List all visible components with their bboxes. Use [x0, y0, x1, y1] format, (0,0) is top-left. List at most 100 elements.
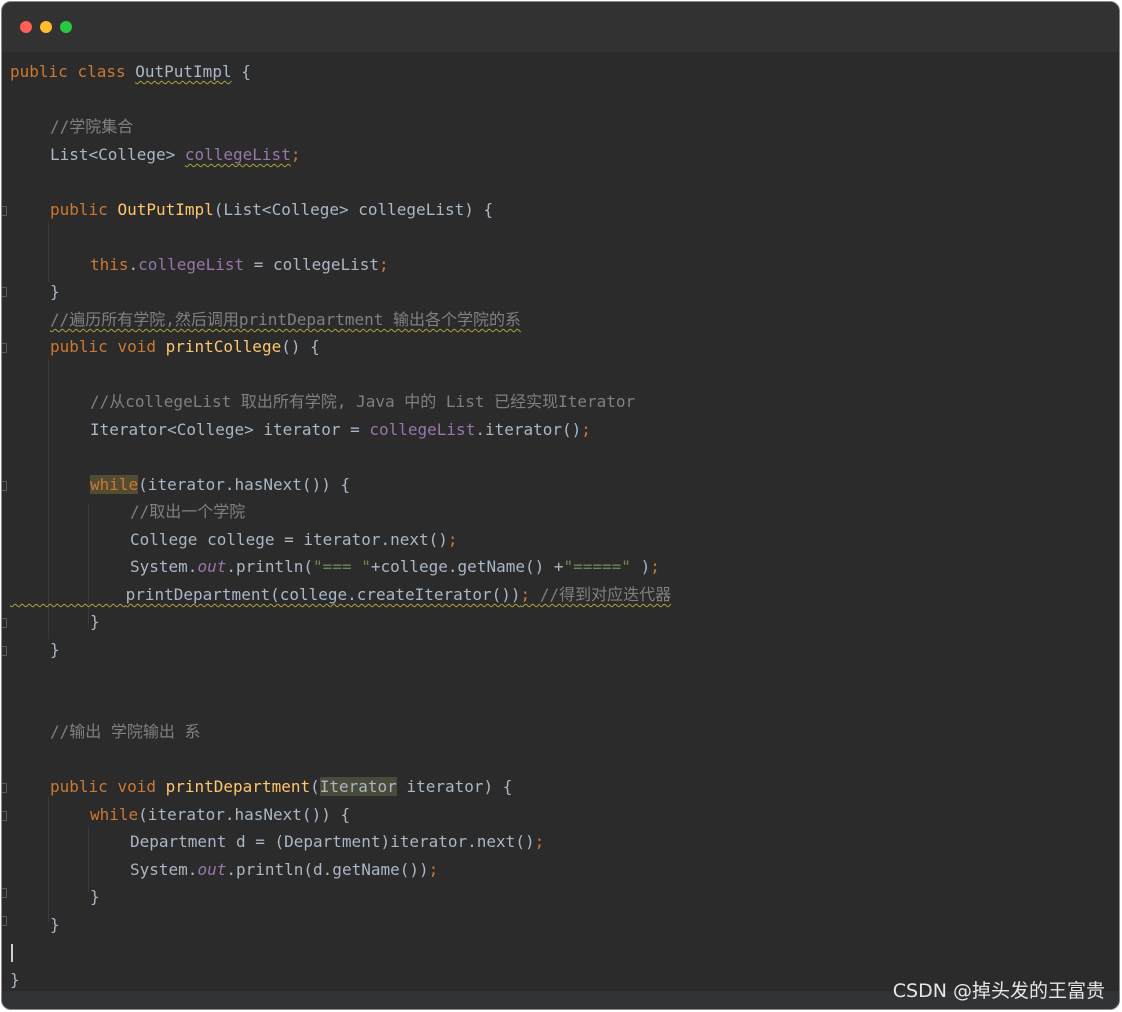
zoom-button[interactable]	[60, 21, 72, 33]
code-line[interactable]: }	[10, 968, 20, 992]
code-text: +college.getName() +	[370, 557, 564, 576]
code-line[interactable]: }	[90, 885, 100, 909]
string-literal: "====="	[563, 557, 631, 576]
code-text: Iterator<College> iterator =	[90, 420, 370, 439]
minimize-button[interactable]	[40, 21, 52, 33]
semicolon: ;	[534, 832, 545, 851]
code-comment: //得到对应迭代器	[539, 585, 672, 604]
code-comment[interactable]: //取出一个学院	[130, 500, 245, 524]
fold-marker-icon[interactable]	[2, 618, 7, 628]
keyword: public	[50, 337, 108, 356]
semicolon: ;	[428, 860, 439, 879]
method-name: printCollege	[165, 337, 282, 356]
code-text: Department d = (Department)iterator.next…	[130, 832, 535, 851]
code-text: printDepartment(college.createIterator()…	[125, 585, 521, 604]
method-name: OutPutImpl	[117, 200, 214, 219]
keyword: while	[90, 475, 139, 494]
code-text: () {	[281, 337, 320, 356]
code-text: (iterator.hasNext()) {	[138, 805, 351, 824]
text-caret	[11, 944, 13, 962]
code-line[interactable]: while(iterator.hasNext()) {	[90, 473, 350, 497]
code-line[interactable]: Iterator<College> iterator = collegeList…	[90, 418, 591, 442]
indent-guide	[88, 827, 89, 892]
code-line[interactable]: public OutPutImpl(List<College> collegeL…	[50, 198, 493, 222]
code-line[interactable]: public class OutPutImpl {	[10, 60, 251, 84]
method-name: printDepartment	[165, 777, 311, 796]
code-text: (iterator.hasNext()) {	[138, 475, 351, 494]
code-editor[interactable]: public class OutPutImpl { //学院集合 List<Co…	[2, 52, 1119, 1009]
semicolon: ;	[520, 585, 540, 604]
code-text: iterator) {	[396, 777, 513, 796]
indent-guide	[48, 222, 49, 282]
code-text: .iterator()	[475, 420, 582, 439]
fold-marker-icon[interactable]	[2, 811, 7, 821]
keyword: public	[50, 200, 108, 219]
keyword: public	[50, 777, 108, 796]
code-line[interactable]: this.collegeList = collegeList;	[90, 253, 389, 277]
semicolon: ;	[447, 530, 458, 549]
code-comment[interactable]: //从collegeList 取出所有学院, Java 中的 List 已经实现…	[90, 390, 635, 414]
code-line[interactable]: public void printCollege() {	[50, 335, 320, 359]
fold-marker-icon[interactable]	[2, 206, 7, 216]
fold-marker-icon[interactable]	[2, 343, 7, 353]
fold-marker-icon[interactable]	[2, 287, 7, 297]
fold-marker-icon[interactable]	[2, 888, 7, 898]
code-text: System.	[130, 557, 198, 576]
keyword: void	[117, 337, 156, 356]
code-comment[interactable]: //学院集合	[50, 115, 133, 139]
field-name: collegeList	[138, 255, 245, 274]
code-text: .	[128, 255, 139, 274]
keyword: public	[10, 62, 68, 81]
code-line[interactable]: Department d = (Department)iterator.next…	[130, 830, 544, 854]
code-line[interactable]: College college = iterator.next();	[130, 528, 458, 552]
indent-guide	[48, 797, 49, 922]
keyword: while	[90, 805, 139, 824]
code-text: College college = iterator.next()	[130, 530, 448, 549]
code-window: public class OutPutImpl { //学院集合 List<Co…	[1, 1, 1120, 1010]
code-line[interactable]: }	[50, 280, 60, 304]
code-text: .println(d.getName())	[226, 860, 429, 879]
code-line[interactable]: List<College> collegeList;	[50, 143, 300, 167]
fold-marker-icon[interactable]	[2, 916, 7, 926]
static-field: out	[197, 860, 227, 879]
fold-marker-icon[interactable]	[2, 646, 7, 656]
keyword: void	[117, 777, 156, 796]
code-comment[interactable]: //输出 学院输出 系	[50, 720, 201, 744]
semicolon: ;	[379, 255, 389, 274]
code-text: System.	[130, 860, 198, 879]
code-line[interactable]: while(iterator.hasNext()) {	[90, 803, 350, 827]
fold-marker-icon[interactable]	[2, 783, 7, 793]
code-text: (	[310, 777, 320, 796]
static-field: out	[197, 557, 227, 576]
semicolon: ;	[650, 557, 660, 576]
fold-marker-icon[interactable]	[2, 481, 7, 491]
close-button[interactable]	[20, 21, 32, 33]
code-line[interactable]: }	[50, 913, 60, 937]
class-name: OutPutImpl	[135, 62, 232, 81]
code-text: )	[630, 557, 651, 576]
code-line[interactable]: }	[50, 638, 60, 662]
code-text: List<College>	[50, 145, 185, 164]
code-line[interactable]: }	[90, 610, 100, 634]
type-name: Iterator	[319, 777, 397, 796]
title-bar	[2, 2, 1119, 52]
semicolon: ;	[581, 420, 591, 439]
keyword: class	[77, 62, 126, 81]
code-comment[interactable]: //遍历所有学院,然后调用printDepartment 输出各个学院的系	[50, 308, 521, 332]
code-text: .println(	[226, 557, 314, 576]
field-name: collegeList	[184, 145, 291, 164]
code-line[interactable]: System.out.println("=== "+college.getNam…	[130, 555, 660, 579]
code-line[interactable]: printDepartment(college.createIterator()…	[10, 583, 672, 607]
code-line[interactable]: public void printDepartment(Iterator ite…	[50, 775, 512, 799]
code-text: (List<College> collegeList) {	[213, 200, 494, 219]
code-text: = collegeList	[244, 255, 379, 274]
code-line[interactable]: System.out.println(d.getName());	[130, 858, 438, 882]
